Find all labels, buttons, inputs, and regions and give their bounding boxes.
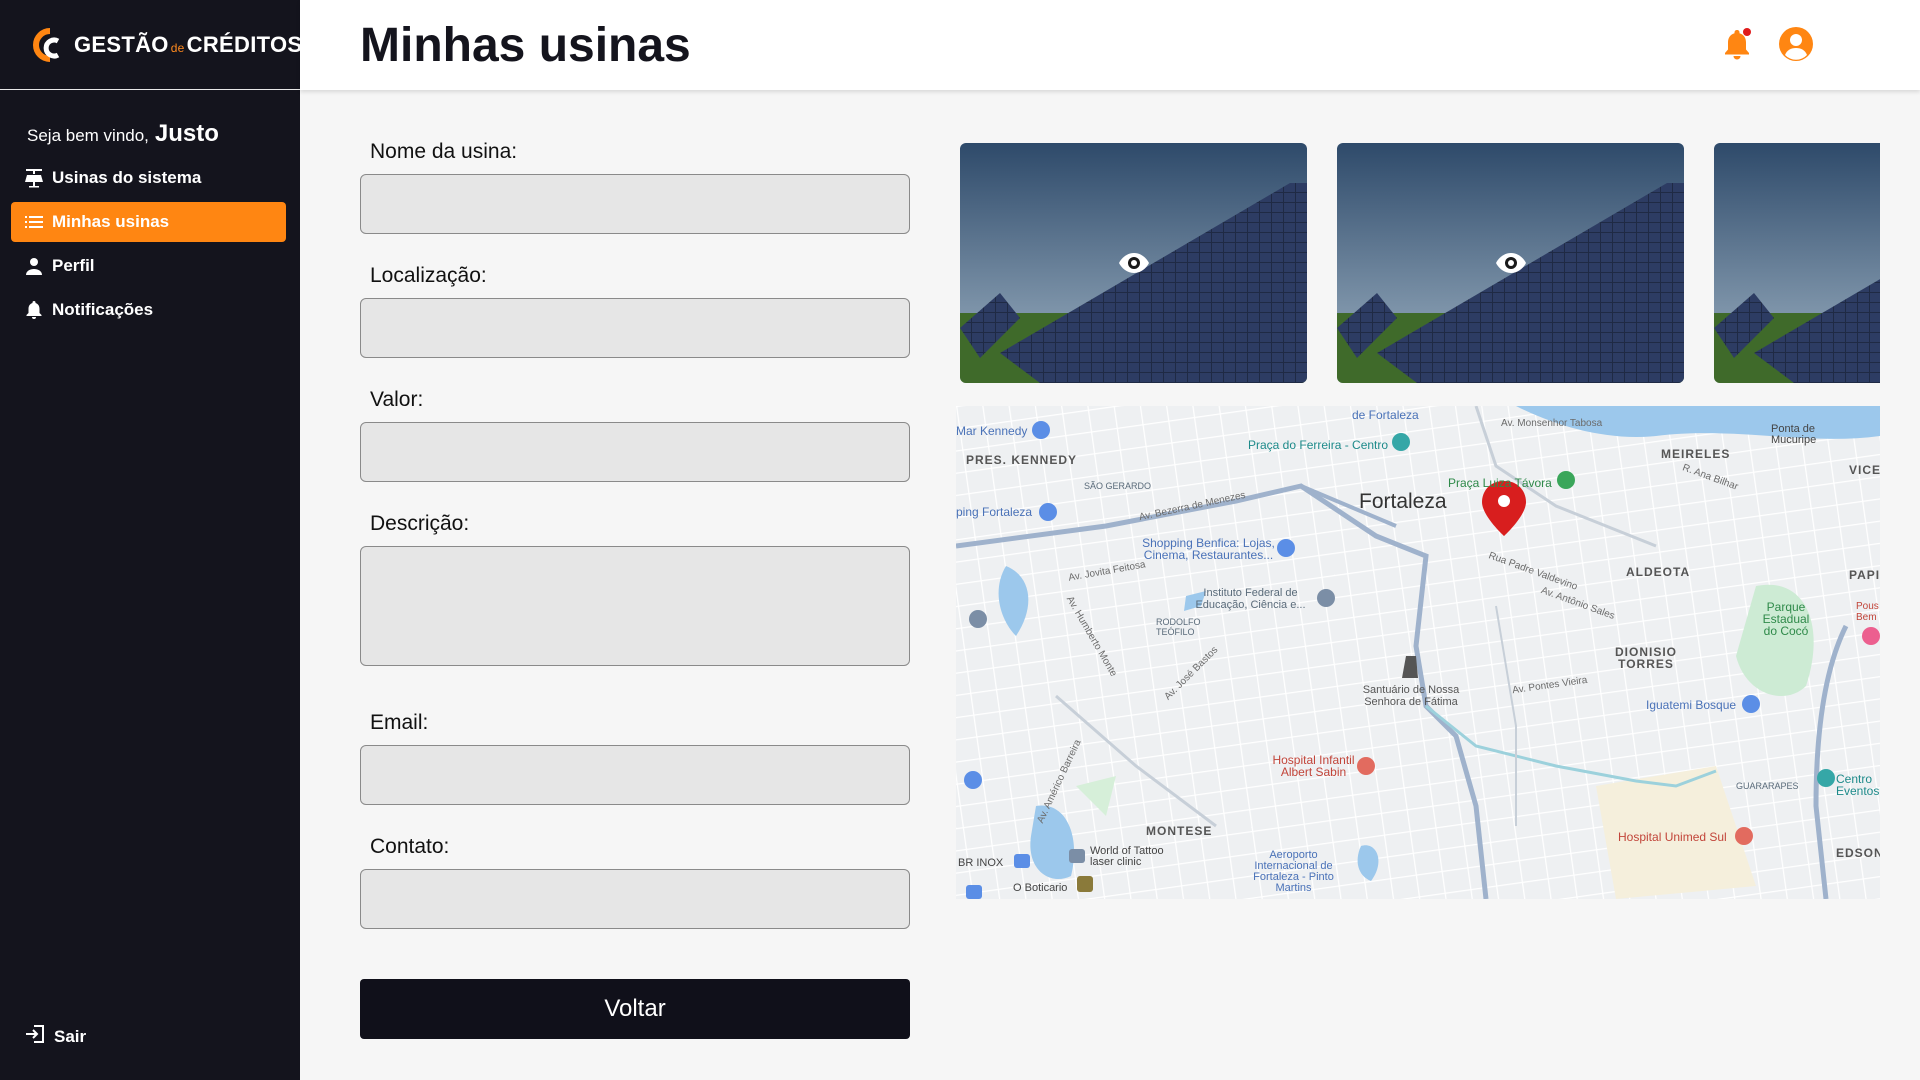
sidebar: GESTÃO de CRÉDITOS Seja bem vindo, Justo U… <box>0 0 303 1080</box>
descricao-label: Descrição: <box>370 512 470 535</box>
map-place-label: Mar Kennedy <box>956 424 1028 438</box>
map-label: PAPIC <box>1849 568 1880 582</box>
sidebar-item-usinas-do-sistema[interactable]: Usinas do sistema <box>11 158 286 198</box>
solar-panel-image <box>1714 143 1880 383</box>
top-header: Minhas usinas <box>300 0 1920 90</box>
map-label: DIONISIO TORRES <box>1614 645 1677 671</box>
user-avatar-button[interactable] <box>1778 26 1814 62</box>
sidebar-nav: Usinas do sistema Minhas usinas Perfil N… <box>0 158 300 330</box>
descricao-textarea[interactable] <box>360 546 910 666</box>
map-place-label: Ponta de Mucuripe <box>1771 423 1817 446</box>
field-contato: Contato: <box>360 835 910 929</box>
logo-icon <box>26 25 66 65</box>
sidebar-item-label: Perfil <box>52 256 95 275</box>
map-place-label: ping Fortaleza <box>956 505 1033 519</box>
notification-badge <box>1743 28 1751 36</box>
map-label: PRES. KENNEDY <box>966 453 1078 467</box>
field-email: Email: <box>360 711 910 805</box>
map-place-label: Praça Luiza Távora <box>1448 476 1552 490</box>
welcome-text: Seja bem vindo, <box>27 126 149 145</box>
map-place-label: Iguatemi Bosque <box>1646 698 1737 712</box>
sidebar-item-label: Minhas usinas <box>52 212 170 231</box>
localizacao-input[interactable] <box>360 298 910 358</box>
map-place-label: O Boticario <box>1013 882 1068 894</box>
usina-photo[interactable] <box>960 143 1307 383</box>
usina-form: Nome da usina: Localização: Valor: Descr… <box>360 140 910 1039</box>
map-label: RODOLFO TEÓFILO <box>1156 617 1201 637</box>
solar-panel-icon <box>24 168 44 188</box>
map-label: VICE <box>1849 463 1880 477</box>
usina-photo[interactable] <box>1714 143 1880 383</box>
field-descricao: Descrição: <box>360 512 910 671</box>
map-place-label: World of Tattoo laser clinic <box>1090 845 1164 868</box>
map-label: GUARARAPES <box>1736 781 1799 791</box>
map-city-label: Fortaleza <box>1359 490 1447 513</box>
field-nome: Nome da usina: <box>360 140 910 234</box>
list-icon <box>24 212 44 232</box>
brand-name: GESTÃO de CRÉDITOS <box>74 31 303 57</box>
valor-input[interactable] <box>360 422 910 482</box>
sidebar-item-perfil[interactable]: Perfil <box>11 246 286 286</box>
logout-icon <box>24 1023 46 1050</box>
usina-photo[interactable] <box>1337 143 1684 383</box>
map-place-label: Hospital Unimed Sul <box>1618 830 1727 844</box>
map-label: ALDEOTA <box>1626 565 1691 579</box>
sidebar-item-notificacoes[interactable]: Notificações <box>11 290 286 330</box>
sidebar-item-label: Usinas do sistema <box>52 168 202 187</box>
page-title: Minhas usinas <box>360 18 691 72</box>
map-label: EDSON <box>1836 846 1880 860</box>
nome-input[interactable] <box>360 174 910 234</box>
contato-label: Contato: <box>370 835 450 858</box>
logout-label: Sair <box>54 1026 87 1046</box>
photo-gallery <box>960 143 1880 383</box>
map-place-label: Pous Bem <box>1856 601 1879 623</box>
bell-icon <box>24 300 44 320</box>
map-place-label: Instituto Federal de Educação, Ciência e… <box>1195 587 1306 611</box>
sidebar-item-minhas-usinas[interactable]: Minhas usinas <box>11 202 286 242</box>
welcome-message: Seja bem vindo, Justo <box>27 120 300 148</box>
localizacao-label: Localização: <box>370 264 487 287</box>
email-label: Email: <box>370 711 429 734</box>
map-place-label: Parque Estadual do Cocó <box>1762 600 1810 638</box>
email-input[interactable] <box>360 745 910 805</box>
map-label: MEIRELES <box>1661 447 1731 461</box>
sidebar-item-label: Notificações <box>52 300 154 319</box>
nome-label: Nome da usina: <box>370 140 518 163</box>
map-label: SÃO GERARDO <box>1084 481 1152 491</box>
map-place-label: Santuário de Nossa Senhora de Fátima <box>1362 684 1460 708</box>
field-localizacao: Localização: <box>360 264 910 358</box>
map-place-label: Centro Eventos <box>1836 772 1880 798</box>
map-label: MONTESE <box>1146 824 1213 838</box>
map-place-label: Hospital Infantil Albert Sabin <box>1272 753 1355 779</box>
eye-icon <box>1118 253 1149 273</box>
map-place-label: Praça do Ferreira - Centro <box>1248 438 1389 452</box>
header-actions <box>1720 26 1814 62</box>
valor-label: Valor: <box>370 388 424 411</box>
notifications-button[interactable] <box>1720 26 1754 62</box>
eye-icon <box>1495 253 1526 273</box>
brand-logo[interactable]: GESTÃO de CRÉDITOS <box>0 0 303 90</box>
logout-button[interactable]: Sair <box>24 1023 86 1050</box>
map-place-label: Shopping Benfica: Lojas, Cinema, Restaur… <box>1142 536 1275 562</box>
person-icon <box>24 256 44 276</box>
map-place-label: BR INOX <box>958 857 1004 869</box>
contato-input[interactable] <box>360 869 910 929</box>
account-circle-icon <box>1779 27 1813 61</box>
map-street-label: Av. Monsenhor Tabosa <box>1501 418 1603 429</box>
map-place-label: Aeroporto Internacional de Fortaleza - P… <box>1253 849 1334 894</box>
user-name: Justo <box>154 120 219 147</box>
field-valor: Valor: <box>360 388 910 482</box>
map-place-label: de Fortaleza <box>1352 408 1419 422</box>
back-button[interactable]: Voltar <box>360 979 910 1039</box>
location-map[interactable]: Fortaleza PRES. KENNEDY MEIRELES ALDEOTA… <box>956 406 1880 899</box>
